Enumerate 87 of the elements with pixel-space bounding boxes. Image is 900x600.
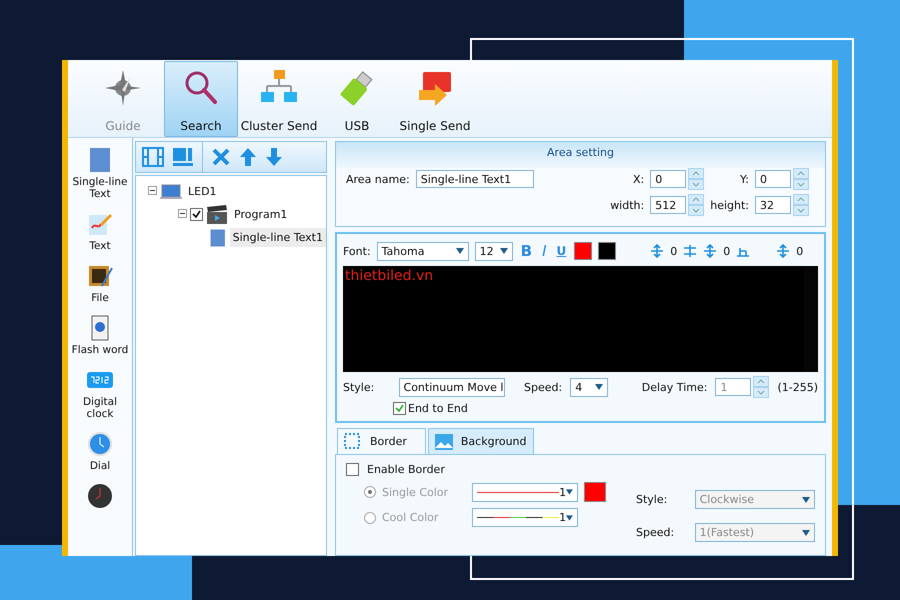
landscape-icon [434, 434, 453, 450]
dropdown-arrow-icon [802, 530, 810, 536]
field-label: width: [609, 198, 644, 212]
arrow-down-icon[interactable] [265, 147, 283, 167]
number-field[interactable]: 0 [755, 170, 791, 188]
collapse-icon[interactable] [148, 186, 157, 195]
sidebar-item[interactable]: Single-line Text [68, 176, 132, 200]
field-label: Delay Time: [642, 380, 708, 394]
sidebar-item[interactable]: Flash word [72, 344, 128, 356]
dropdown-arrow-icon [595, 384, 604, 390]
range-hint: (1-255) [777, 380, 818, 394]
dropdown-arrow-icon [500, 248, 508, 254]
checkbox-label: End to End [408, 402, 468, 415]
spacing-icon[interactable] [703, 244, 718, 258]
field-label: Font: [343, 244, 371, 258]
tab[interactable]: Background [428, 428, 534, 454]
line-width-dropdown[interactable]: 1 [472, 482, 578, 502]
field-label: X: [632, 172, 644, 186]
checkbox[interactable] [393, 402, 406, 415]
spacing-value: 0 [670, 244, 678, 258]
area-name-field[interactable]: Single-line Text1 [416, 170, 534, 188]
spacing-icon[interactable] [776, 244, 790, 258]
radio-label: Single Color [382, 486, 450, 498]
color-swatch[interactable] [574, 242, 592, 260]
line-width-dropdown[interactable]: 1 [472, 508, 578, 527]
scrollbar[interactable] [804, 266, 818, 372]
field-label: Style: [636, 493, 668, 506]
number-field[interactable]: 1 [715, 378, 752, 396]
spin-buttons-icon[interactable] [688, 194, 704, 216]
font-dropdown[interactable]: Tahoma [376, 242, 469, 260]
number-field[interactable]: 32 [755, 196, 791, 214]
toolbar-button[interactable]: Cluster Send [242, 61, 316, 137]
radio-label: Cool Color [382, 511, 440, 524]
monitor-icon [160, 184, 182, 200]
field-label: Speed: [524, 380, 562, 394]
film-icon[interactable] [142, 147, 164, 167]
color-swatch[interactable] [598, 242, 616, 260]
sidebar-item[interactable]: Dial [90, 460, 110, 472]
sidebar-item[interactable]: File [91, 292, 109, 304]
clapperboard-icon [206, 204, 228, 224]
field-label: Style: [343, 380, 374, 394]
field-label: Y: [739, 172, 749, 186]
checkbox[interactable] [190, 208, 203, 221]
speed-dropdown[interactable]: 4 [570, 378, 608, 396]
spacing-value: 0 [796, 244, 804, 258]
spin-buttons-icon[interactable] [793, 168, 809, 190]
style-dropdown[interactable]: Continuum Move l [398, 378, 505, 396]
sidebar-item[interactable]: Digital clock [68, 396, 132, 420]
dropdown-arrow-icon [566, 514, 573, 520]
clock-icon [86, 430, 114, 458]
spacing-icon[interactable] [683, 244, 698, 258]
field-label: Speed: [636, 526, 675, 539]
number-field[interactable]: 512 [650, 196, 686, 214]
sidebar-item[interactable]: Text [89, 240, 111, 252]
dropdown-arrow-icon [802, 496, 810, 502]
tab[interactable]: Border [337, 428, 426, 454]
checkbox-label: Enable Border [367, 463, 445, 476]
delete-icon[interactable] [211, 147, 231, 167]
spin-buttons-icon[interactable] [793, 194, 809, 216]
dropdown-arrow-icon [566, 489, 573, 495]
toolbar-button[interactable]: Single Send [398, 61, 472, 137]
arrow-up-icon[interactable] [239, 147, 257, 167]
border-color-swatch[interactable] [584, 482, 606, 502]
spin-buttons-icon[interactable] [688, 168, 704, 190]
panel-title: Area setting [546, 145, 615, 161]
text-preview-screen[interactable]: thietbiled.vn [343, 266, 818, 372]
field-label: Area name: [346, 172, 410, 186]
dashed-square-icon [344, 432, 362, 450]
size-dropdown[interactable]: 12 [474, 242, 513, 260]
radio-button[interactable] [364, 486, 376, 498]
radio-button[interactable] [364, 512, 376, 524]
toolbar-button[interactable]: Search [164, 61, 238, 137]
tree-item[interactable]: LED1 [185, 182, 220, 201]
checkbox[interactable] [346, 463, 359, 476]
toolbar-button[interactable]: USB [320, 61, 394, 137]
collapse-icon[interactable] [178, 209, 187, 218]
spin-buttons-icon[interactable] [753, 376, 770, 398]
preview-text: thietbiled.vn [344, 267, 434, 286]
dropdown-arrow-icon [456, 248, 464, 254]
clock-icon [86, 482, 114, 510]
spacing-value: 0 [723, 244, 730, 258]
tree-item[interactable]: Program1 [231, 205, 290, 224]
spacing-icon[interactable] [650, 244, 664, 258]
field-label: height: [710, 198, 749, 212]
layout-icon[interactable] [172, 147, 194, 167]
tree-item[interactable]: Single-line Text1 [230, 228, 326, 247]
number-field[interactable]: 0 [650, 170, 686, 188]
